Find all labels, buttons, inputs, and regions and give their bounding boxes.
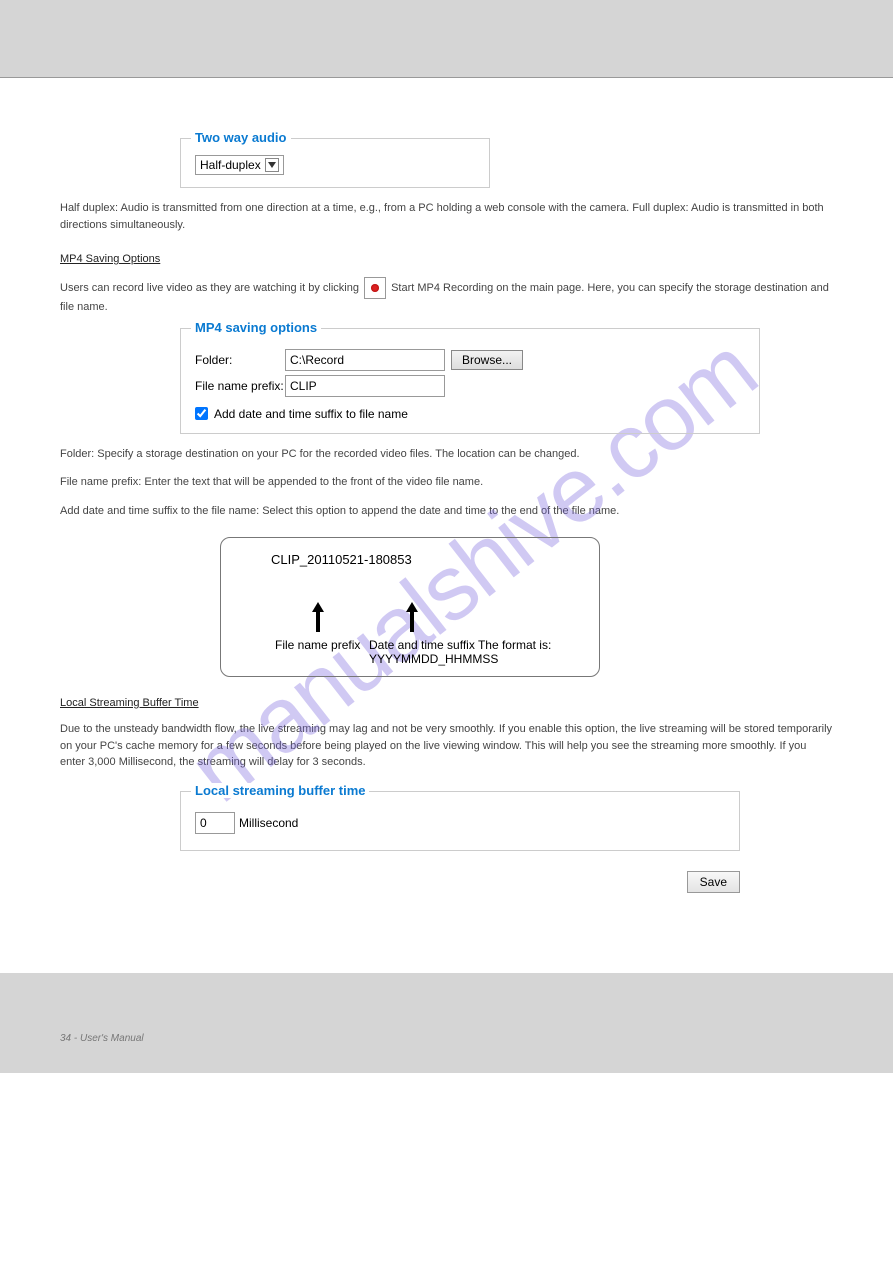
suffix-caption: Date and time suffix The format is: YYYY… — [369, 638, 599, 666]
filename-format-diagram: CLIP_20110521-180853 File name prefix Da… — [220, 537, 600, 677]
footer-left: 34 - User's Manual — [60, 1033, 144, 1044]
buffer-unit: Millisecond — [239, 816, 298, 830]
prefix-desc: File name prefix: Enter the text that wi… — [60, 474, 833, 491]
buffer-legend: Local streaming buffer time — [191, 783, 369, 798]
two-way-audio-panel: Two way audio Half-duplex — [180, 138, 490, 188]
buffer-panel: Local streaming buffer time Millisecond — [180, 791, 740, 851]
prefix-label: File name prefix: — [195, 379, 285, 393]
buffer-heading: Local Streaming Buffer Time — [60, 697, 833, 709]
prefix-caption: File name prefix — [275, 638, 360, 652]
mp4-legend: MP4 saving options — [191, 320, 321, 335]
two-way-audio-legend: Two way audio — [191, 130, 291, 145]
two-way-audio-value: Half-duplex — [200, 158, 261, 172]
two-way-audio-select[interactable]: Half-duplex — [195, 155, 284, 175]
prefix-input[interactable] — [285, 375, 445, 397]
two-way-desc: Half duplex: Audio is transmitted from o… — [60, 200, 833, 233]
header-bar — [0, 0, 893, 78]
mp4-options-panel: MP4 saving options Folder: Browse... Fil… — [180, 328, 760, 434]
folder-input[interactable] — [285, 349, 445, 371]
footer-bar: 34 - User's Manual — [0, 973, 893, 1073]
add-suffix-checkbox[interactable] — [195, 407, 208, 420]
mp4-heading: MP4 Saving Options — [60, 253, 833, 265]
browse-button[interactable]: Browse... — [451, 350, 523, 370]
folder-desc: Folder: Specify a storage destination on… — [60, 446, 833, 463]
buffer-input[interactable] — [195, 812, 235, 834]
page-content: manualshive.com Two way audio Half-duple… — [0, 138, 893, 933]
suffix-desc: Add date and time suffix to the file nam… — [60, 503, 833, 520]
filename-sample: CLIP_20110521-180853 — [271, 552, 412, 567]
record-icon — [364, 277, 386, 299]
arrow-up-icon — [405, 602, 419, 638]
buffer-desc: Due to the unsteady bandwidth flow, the … — [60, 721, 833, 771]
chevron-down-icon — [265, 158, 279, 172]
mp4-desc-1a: Users can record live video as they are … — [60, 282, 362, 294]
add-suffix-label: Add date and time suffix to file name — [214, 407, 408, 421]
save-button[interactable]: Save — [687, 871, 740, 893]
mp4-desc-1: Users can record live video as they are … — [60, 277, 833, 316]
folder-label: Folder: — [195, 353, 285, 367]
arrow-up-icon — [311, 602, 325, 638]
